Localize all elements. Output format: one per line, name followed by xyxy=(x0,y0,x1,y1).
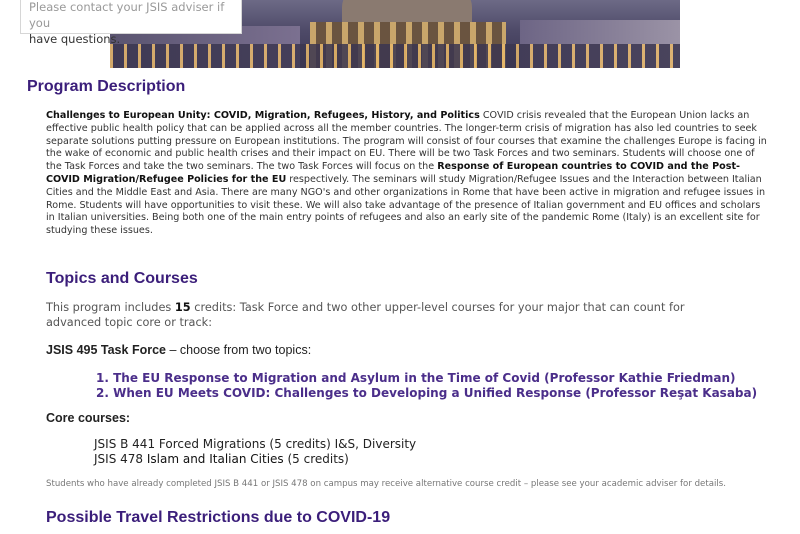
intro-credits: 15 xyxy=(174,301,191,314)
core-course-2-code: JSIS 478 xyxy=(94,452,147,466)
core-course-2-credits: (5 credits) xyxy=(283,452,349,466)
topics-intro: This program includes 15 credits: Task F… xyxy=(46,300,686,330)
travel-restrictions-heading: Possible Travel Restrictions due to COVI… xyxy=(46,509,391,526)
task-force-rest: – choose from two topics: xyxy=(165,343,312,357)
task-force-line: JSIS 495 Task Force – choose from two to… xyxy=(46,343,311,357)
task-force-topic-list: 1. The EU Response to Migration and Asyl… xyxy=(96,371,757,401)
notice-line-2: have questions. xyxy=(29,32,121,46)
program-description-heading: Program Description xyxy=(27,78,186,95)
task-force-code: JSIS 495 Task Force xyxy=(46,343,166,357)
core-course-list: JSIS B 441 Forced Migrations (5 credits)… xyxy=(94,437,416,467)
topic-item-2[interactable]: 2. When EU Meets COVID: Challenges to De… xyxy=(96,386,757,401)
core-courses-heading: Core courses: xyxy=(46,411,131,425)
description-lead: Challenges to European Unity: COVID, Mig… xyxy=(46,110,480,121)
core-course-2-title: Islam and Italian Cities xyxy=(146,452,284,466)
intro-pre: This program includes xyxy=(46,301,175,314)
hero-city-lights xyxy=(110,44,680,68)
alternative-credit-note: Students who have already completed JSIS… xyxy=(46,479,726,489)
adviser-notice-box: Please contact your JSIS adviser if you … xyxy=(20,0,242,46)
core-course-2: JSIS 478 Islam and Italian Cities (5 cre… xyxy=(94,452,416,467)
topics-courses-heading: Topics and Courses xyxy=(46,270,198,287)
topic-item-1[interactable]: 1. The EU Response to Migration and Asyl… xyxy=(96,371,757,386)
core-course-1: JSIS B 441 Forced Migrations (5 credits)… xyxy=(94,437,417,451)
notice-line-1: Please contact your JSIS adviser if you xyxy=(29,0,225,30)
program-description-text: Challenges to European Unity: COVID, Mig… xyxy=(46,110,768,238)
